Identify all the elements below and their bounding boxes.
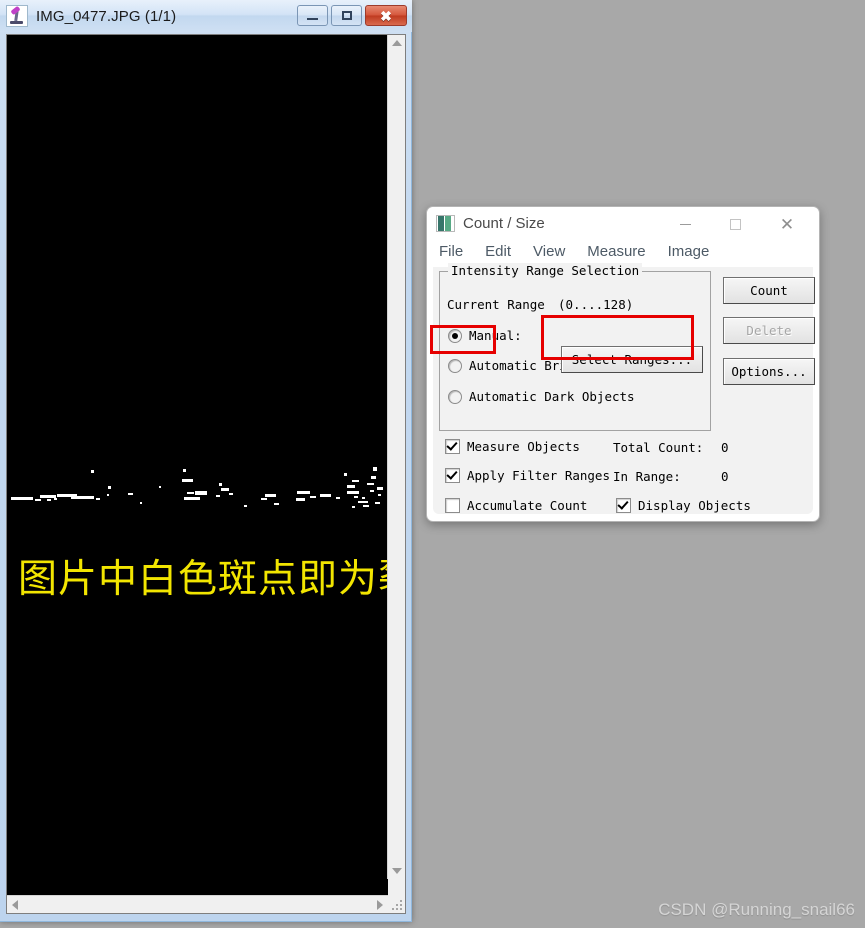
menu-item-edit[interactable]: Edit [485, 243, 511, 260]
checkbox-display-objects[interactable]: Display Objects [616, 498, 751, 513]
count-button[interactable]: Count [723, 277, 815, 304]
horizontal-scrollbar[interactable] [7, 895, 388, 913]
microscope-icon [6, 5, 28, 27]
total-count-label: Total Count: [613, 440, 704, 455]
checkbox-accumulate-count-box[interactable] [445, 498, 460, 513]
count-size-dialog: Count / Size ✕ File Edit View Measure Im… [426, 206, 820, 522]
binary-image-canvas[interactable]: 图片中白色斑点即为裂缝 [7, 35, 388, 896]
image-viewer-window: IMG_0477.JPG (1/1) ✖ 图片中白色斑点即为裂缝 [0, 0, 412, 922]
minimize-icon [679, 223, 691, 225]
close-icon: ✖ [380, 7, 392, 24]
checkbox-accumulate-count-label: Accumulate Count [467, 498, 588, 513]
radio-manual-icon[interactable] [448, 328, 462, 343]
current-range-value: (0....128) [558, 297, 634, 312]
radio-automatic-dark-label: Automatic Dark Objects [469, 389, 635, 404]
radio-automatic-dark-objects[interactable]: Automatic Dark Objects [448, 389, 635, 404]
delete-button: Delete [723, 317, 815, 344]
minimize-button[interactable] [297, 5, 328, 26]
scroll-left-arrow-icon[interactable] [12, 900, 18, 910]
close-icon: ✕ [779, 214, 795, 234]
checkbox-measure-objects-label: Measure Objects [467, 439, 580, 454]
radio-manual-label: Manual: [469, 328, 522, 343]
watermark: CSDN @Running_snail66 [658, 900, 855, 919]
dialog-menubar: File Edit View Measure Image [439, 243, 709, 260]
checkbox-display-objects-label: Display Objects [638, 498, 751, 513]
radio-automatic-dark-icon[interactable] [448, 389, 462, 404]
select-ranges-button[interactable]: Select Ranges... [561, 346, 703, 373]
in-range-label: In Range: [613, 469, 681, 484]
radio-manual[interactable]: Manual: [448, 328, 522, 343]
image-overlay-caption: 图片中白色斑点即为裂缝 [18, 557, 388, 602]
vertical-scrollbar[interactable] [387, 35, 405, 879]
image-client-area: 图片中白色斑点即为裂缝 [6, 34, 406, 914]
count-size-app-icon [436, 214, 455, 232]
in-range-value: 0 [721, 469, 729, 484]
radio-automatic-bright-icon[interactable] [448, 358, 462, 373]
dialog-body: Intensity Range Selection Current Range … [433, 263, 815, 514]
dialog-maximize-button[interactable] [720, 213, 750, 235]
scroll-up-arrow-icon[interactable] [392, 40, 402, 46]
dialog-minimize-button[interactable] [670, 213, 700, 235]
image-window-title: IMG_0477.JPG (1/1) [36, 7, 177, 25]
maximize-icon [341, 11, 352, 20]
menu-item-file[interactable]: File [439, 243, 463, 260]
image-window-titlebar[interactable]: IMG_0477.JPG (1/1) ✖ [0, 0, 412, 32]
current-range-label: Current Range [447, 297, 545, 312]
total-count-value: 0 [721, 440, 729, 455]
resize-grip[interactable] [388, 896, 405, 913]
checkbox-accumulate-count[interactable]: Accumulate Count [445, 498, 587, 513]
minimize-icon [307, 17, 318, 20]
menu-item-view[interactable]: View [533, 243, 565, 260]
menu-item-measure[interactable]: Measure [587, 243, 645, 260]
checkbox-measure-objects-box[interactable] [445, 439, 460, 454]
checkbox-apply-filter-ranges[interactable]: Apply Filter Ranges [445, 468, 610, 483]
menu-item-image[interactable]: Image [668, 243, 710, 260]
checkbox-measure-objects[interactable]: Measure Objects [445, 439, 580, 454]
dialog-title: Count / Size [463, 214, 545, 232]
maximize-icon [729, 218, 741, 230]
dialog-titlebar[interactable]: Count / Size [427, 207, 819, 239]
checkbox-apply-filter-ranges-box[interactable] [445, 468, 460, 483]
close-button[interactable]: ✖ [365, 5, 407, 26]
maximize-button[interactable] [331, 5, 362, 26]
dialog-close-button[interactable]: ✕ [772, 213, 802, 235]
group-title: Intensity Range Selection [448, 263, 643, 278]
checkbox-apply-filter-ranges-label: Apply Filter Ranges [467, 468, 610, 483]
options-button[interactable]: Options... [723, 358, 815, 385]
image-window-controls: ✖ [297, 5, 407, 26]
intensity-range-selection-group: Intensity Range Selection Current Range … [439, 263, 711, 431]
checkbox-display-objects-box[interactable] [616, 498, 631, 513]
scroll-down-arrow-icon[interactable] [392, 868, 402, 874]
scroll-right-arrow-icon[interactable] [377, 900, 383, 910]
